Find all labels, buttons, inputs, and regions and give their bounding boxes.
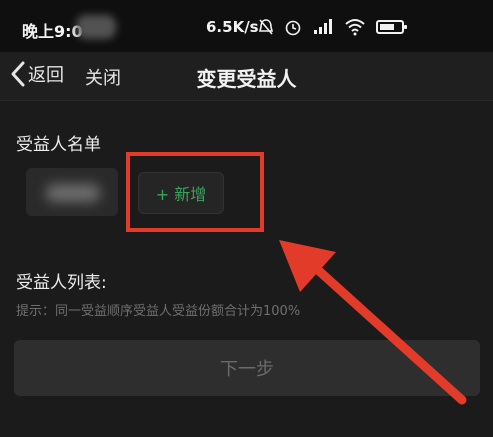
- beneficiary-list-title: 受益人列表:: [16, 273, 107, 293]
- status-blurred-region: [76, 15, 116, 39]
- back-label: 返回: [28, 65, 64, 86]
- chevron-left-icon: [11, 61, 25, 87]
- share-hint-text: 提示：同一受益顺序受益人受益份额合计为100%: [16, 304, 301, 319]
- mute-bell-icon: [258, 19, 274, 35]
- battery-icon: [376, 20, 407, 34]
- close-button[interactable]: 关闭: [85, 64, 121, 90]
- wifi-icon: [345, 19, 365, 36]
- highlight-annotation-box: [126, 152, 264, 232]
- page-title: 变更受益人: [196, 67, 297, 91]
- beneficiary-names-title: 受益人名单: [16, 135, 101, 155]
- cell-signal-icon: [314, 19, 332, 34]
- status-bar: 晚上9:0 6.5K/s: [0, 0, 493, 52]
- beneficiary-chip-blurred[interactable]: [26, 168, 118, 216]
- nav-bar: 变更受益人 返回 关闭: [0, 52, 493, 101]
- status-icons: [258, 18, 407, 36]
- back-button[interactable]: 返回: [10, 60, 64, 88]
- alarm-icon: [285, 20, 301, 36]
- next-step-button[interactable]: 下一步: [14, 340, 480, 396]
- network-speed: 6.5K/s: [206, 18, 259, 36]
- status-time: 晚上9:0: [22, 22, 83, 41]
